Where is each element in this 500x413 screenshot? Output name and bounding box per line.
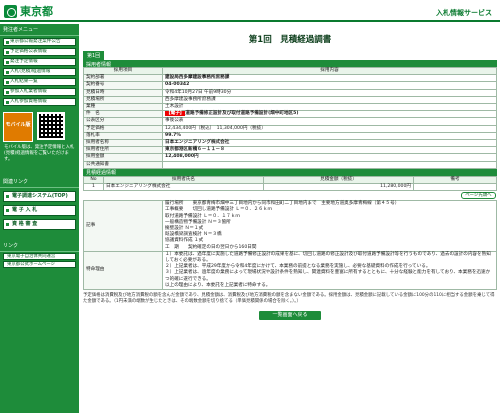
- row-label: 公共通知書: [83, 160, 163, 169]
- logo-text: 東京都: [20, 5, 53, 18]
- row-value: 令和4年10月27日 午前9時30分: [162, 88, 497, 97]
- qr-code-icon: [37, 112, 65, 140]
- est-no: 1: [83, 183, 104, 192]
- row-label: 見積場所: [83, 95, 163, 105]
- table-row: 採用者名称 日本エンジニアリング株式会社: [83, 139, 497, 148]
- col-header-item: 採用項目: [83, 66, 163, 76]
- other-links-heading: リンク: [0, 240, 79, 252]
- est-col-name: 採用者氏名: [103, 175, 264, 185]
- reason-line: １）本委託は、過年度に実施した道路予備修正設計の成果を基に、切回し道路の修正設計…: [165, 251, 491, 264]
- row-value: 【電子】道路予備修正設計及び取付道路予備設計(畑中町地区5): [162, 110, 497, 119]
- mobile-note: モバイル版は、発注予定情報と入札(見積)経過情報をご覧いただけます。: [4, 145, 75, 162]
- table-row: 業種 土木設計: [83, 103, 497, 112]
- row-value: 12,434,400円（税込） 11,304,000円（税抜）: [162, 124, 497, 133]
- table-row: 予定価格 12,434,400円（税込） 11,304,000円（税抜）: [83, 124, 497, 133]
- link-joint-operation[interactable]: 東京電子自治体共同運営: [3, 253, 76, 260]
- est-col-amount: 見積金額（税抜）: [263, 175, 414, 185]
- table-row: 1 日本エンジニアリング株式会社 11,280,000円: [83, 183, 497, 192]
- sidebar-item-bidders[interactable]: 参加入札業者情報: [3, 88, 76, 96]
- sidebar-item-order-schedule[interactable]: 発注予定情報: [3, 58, 76, 66]
- adopter-section-heading: 採用者情報: [83, 60, 497, 68]
- table-row: 契約部署 建設局西多摩建設事務所庶務課: [83, 74, 497, 83]
- row-label: 採用金額: [83, 153, 163, 162]
- mobile-section: モバイル版: [3, 112, 76, 142]
- row-value: 04-00342: [162, 81, 497, 90]
- row-value: 99.7%: [162, 131, 497, 141]
- back-to-list-button[interactable]: 一覧画面へ戻る: [259, 311, 321, 321]
- row-label: 契約番号: [83, 81, 163, 90]
- row-label: 見積日時: [83, 88, 163, 97]
- row-label: 落札率: [83, 131, 163, 141]
- page-title: 第1回 見積経過調書: [248, 35, 332, 45]
- table-row: 採用者住所 東京都港区新橋６－１１－８: [83, 146, 497, 155]
- reason-line: ３）上記業者は、過年度の業務によって現場状況や設計条件を熟知し、関連資料を豊富に…: [165, 270, 491, 282]
- table-row: 記事 履行場所 東京都青梅市畑中三丁目地内から同市和田町二丁目地内まで 主要地方…: [83, 200, 497, 252]
- mobile-version-button[interactable]: モバイル版: [3, 112, 33, 142]
- footer-note: 予定価格は消費税及び地方消費税の額を含んだ金額であり、見積金額は、消費税及び地方…: [83, 293, 495, 305]
- reason-line: 以上の理由により、本委託を上記業者に特命する。: [165, 282, 271, 288]
- row-value: 事後公表: [162, 117, 497, 126]
- page-top-button[interactable]: ページ先頭へ: [461, 192, 496, 200]
- links-heading: 関連リンク: [0, 176, 79, 188]
- row-label: 契約部署: [83, 74, 163, 83]
- link-qualification-review[interactable]: 資 格 審 査: [3, 219, 76, 230]
- row-value: 12,408,000円: [162, 153, 497, 162]
- adopter-table: 採用項目 採用内容 契約部署 建設局西多摩建設事務所庶務課 契約番号 04-0034…: [83, 66, 497, 169]
- special-reason-label: 特命理由: [83, 250, 163, 291]
- sidebar-item-bid-results[interactable]: 入札結果一覧: [3, 78, 76, 86]
- system-title: 入札情報サービス: [436, 9, 492, 17]
- link-e-bidding[interactable]: 電 子 入 札: [3, 205, 76, 216]
- table-row: 見積日時 令和4年10月27日 午前9時30分: [83, 88, 497, 97]
- sidebar-item-qualification[interactable]: 入札参加資格情報: [3, 98, 76, 106]
- row-value: 東京都港区新橋６－１１－８: [162, 146, 497, 155]
- row-label: 業種: [83, 103, 163, 112]
- table-row: 件 名 【電子】道路予備修正設計及び取付道路予備設計(畑中町地区5): [83, 110, 497, 119]
- special-reason-content: １）本委託は、過年度に実施した道路予備修正設計の成果を基に、切回し道路の修正設計…: [162, 250, 497, 291]
- row-label: 公表区分: [83, 117, 163, 126]
- link-tokyo-official[interactable]: 東京都公式ホームページ: [3, 261, 76, 268]
- electronic-tag: 【電子】: [165, 111, 186, 117]
- table-row: 見積場所 西多摩建設事務所庶務課: [83, 95, 497, 105]
- row-value: 西多摩建設事務所庶務課: [162, 95, 497, 105]
- tokyo-logo[interactable]: 東京都: [4, 3, 53, 19]
- notes-content: 履行場所 東京都青梅市畑中三丁目地内から同市和田町二丁目地内まで 主要地方道奥多…: [162, 200, 497, 252]
- est-col-note: 備考: [413, 175, 497, 185]
- table-row: 契約番号 04-00342: [83, 81, 497, 90]
- tokyo-emblem-icon: [4, 4, 17, 18]
- round-tab: 第1回: [83, 51, 105, 60]
- notes-line: 工 期 契約確定の日の翌日から160日間: [165, 244, 257, 250]
- row-value: 土木設計: [162, 103, 497, 112]
- row-value: 建設局西多摩建設事務所庶務課: [162, 74, 497, 83]
- link-e-procurement-top[interactable]: 電子調達システム(TOP): [3, 191, 76, 202]
- col-header-content: 採用内容: [162, 66, 497, 76]
- table-row: 落札率 99.7%: [83, 131, 497, 141]
- table-row: 特命理由 １）本委託は、過年度に実施した道路予備修正設計の成果を基に、切回し道路…: [83, 250, 497, 291]
- sidebar-menu-heading: 発注者メニュー: [0, 24, 79, 36]
- est-amount: 11,280,000円: [263, 183, 414, 192]
- row-label: 採用者住所: [83, 146, 163, 155]
- row-value: 日本エンジニアリング株式会社: [162, 139, 497, 148]
- est-name: 日本エンジニアリング株式会社: [103, 183, 264, 192]
- main-content: 第1回 見積経過調書 第1回 採用者情報 採用項目 採用内容 契約部署 建設局西多…: [83, 24, 497, 413]
- sidebar-item-public-notice[interactable]: 東京都公報発注案件公告: [3, 38, 76, 46]
- table-row: 公表区分 事後公表: [83, 117, 497, 126]
- estimate-section-heading: 見積経過情報: [83, 168, 497, 176]
- notes-label: 記事: [83, 200, 163, 252]
- table-row: 採用金額 12,408,000円: [83, 153, 497, 162]
- table-row: 公共通知書: [83, 160, 497, 169]
- row-value: [162, 160, 497, 169]
- sidebar: 発注者メニュー 東京都公報発注案件公告 予定価格公表情報 発注予定情報 入札(見…: [0, 24, 79, 413]
- est-note: [413, 183, 497, 192]
- row-label: 予定価格: [83, 124, 163, 133]
- row-label: 採用者名称: [83, 139, 163, 148]
- sidebar-item-planned-price[interactable]: 予定価格公表情報: [3, 48, 76, 56]
- estimate-table: No 採用者氏名 見積金額（税抜） 備考 1 日本エンジニアリング株式会社 11…: [83, 175, 497, 192]
- page-header: 東京都 入札情報サービス: [0, 0, 500, 22]
- est-col-no: No: [83, 175, 104, 185]
- row-label: 件 名: [83, 110, 163, 119]
- project-name: 道路予備修正設計及び取付道路予備設計(畑中町地区5): [185, 111, 299, 117]
- sidebar-item-bid-progress[interactable]: 入札(見積)経過情報: [3, 68, 76, 76]
- notes-table: ページ先頭へ 記事 履行場所 東京都青梅市畑中三丁目地内から同市和田町二丁目地内…: [83, 191, 497, 291]
